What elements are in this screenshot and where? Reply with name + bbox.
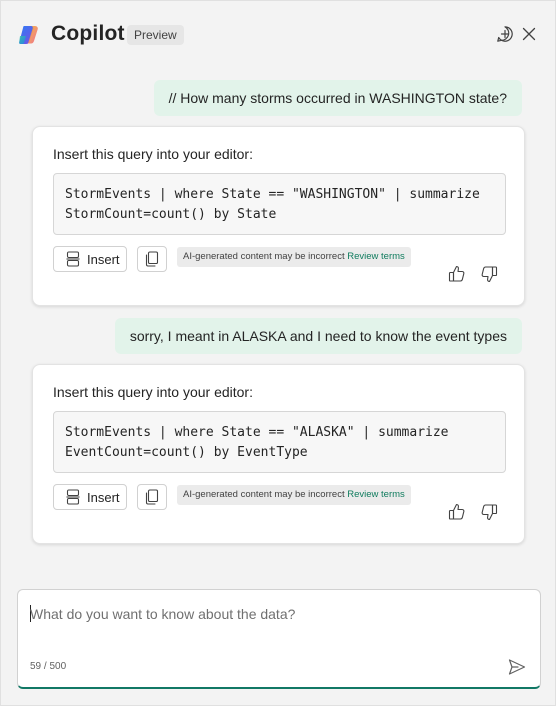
send-icon bbox=[508, 659, 526, 675]
code-block[interactable]: StormEvents | where State == "WASHINGTON… bbox=[53, 173, 506, 235]
thumbs-down-button[interactable] bbox=[479, 264, 499, 284]
code-line: StormEvents | where State == "WASHINGTON… bbox=[65, 187, 480, 202]
copy-icon bbox=[145, 251, 159, 267]
review-terms-link[interactable]: Review terms bbox=[347, 251, 405, 262]
assistant-response-card: Insert this query into your editor: Stor… bbox=[32, 364, 525, 544]
app-title: Copilot bbox=[51, 22, 125, 45]
close-icon bbox=[522, 27, 536, 41]
ai-disclaimer: AI-generated content may be incorrect Re… bbox=[177, 485, 411, 505]
chat-input-box: 59 / 500 bbox=[17, 589, 541, 689]
close-button[interactable] bbox=[519, 24, 539, 44]
copilot-panel: Copilot Preview // How many storms occur… bbox=[0, 0, 556, 706]
thumbs-up-icon bbox=[448, 503, 465, 520]
thumbs-up-button[interactable] bbox=[447, 264, 467, 284]
insert-icon bbox=[66, 489, 80, 505]
disclaimer-text: AI-generated content may be incorrect bbox=[183, 251, 345, 262]
user-message: // How many storms occurred in WASHINGTO… bbox=[153, 80, 522, 116]
review-terms-link[interactable]: Review terms bbox=[347, 489, 405, 500]
copilot-logo-icon bbox=[19, 26, 38, 44]
new-chat-icon bbox=[497, 26, 513, 42]
response-intro: Insert this query into your editor: bbox=[53, 384, 253, 400]
thumbs-down-icon bbox=[481, 266, 498, 283]
new-chat-button[interactable] bbox=[495, 24, 515, 44]
copy-button[interactable] bbox=[137, 484, 167, 510]
insert-icon bbox=[66, 251, 80, 267]
response-intro: Insert this query into your editor: bbox=[53, 146, 253, 162]
insert-button[interactable]: Insert bbox=[53, 246, 127, 272]
code-block[interactable]: StormEvents | where State == "ALASKA" | … bbox=[53, 411, 506, 473]
thumbs-down-button[interactable] bbox=[479, 502, 499, 522]
copy-icon bbox=[145, 489, 159, 505]
character-count: 59 / 500 bbox=[30, 661, 67, 672]
insert-button[interactable]: Insert bbox=[53, 484, 127, 510]
ai-disclaimer: AI-generated content may be incorrect Re… bbox=[177, 247, 411, 267]
code-line: StormCount=count() by State bbox=[65, 207, 277, 222]
disclaimer-text: AI-generated content may be incorrect bbox=[183, 489, 345, 500]
assistant-response-card: Insert this query into your editor: Stor… bbox=[32, 126, 525, 306]
code-line: StormEvents | where State == "ALASKA" | … bbox=[65, 425, 449, 440]
header: Copilot Preview bbox=[1, 1, 557, 65]
chat-input[interactable] bbox=[30, 603, 510, 625]
user-message: sorry, I meant in ALASKA and I need to k… bbox=[114, 318, 522, 354]
insert-label: Insert bbox=[87, 489, 120, 505]
thumbs-down-icon bbox=[481, 504, 498, 521]
preview-badge: Preview bbox=[127, 25, 184, 45]
send-button[interactable] bbox=[506, 656, 528, 678]
copy-button[interactable] bbox=[137, 246, 167, 272]
insert-label: Insert bbox=[87, 251, 120, 267]
thumbs-up-button[interactable] bbox=[447, 502, 467, 522]
thumbs-up-icon bbox=[448, 265, 465, 282]
code-line: EventCount=count() by EventType bbox=[65, 445, 308, 460]
